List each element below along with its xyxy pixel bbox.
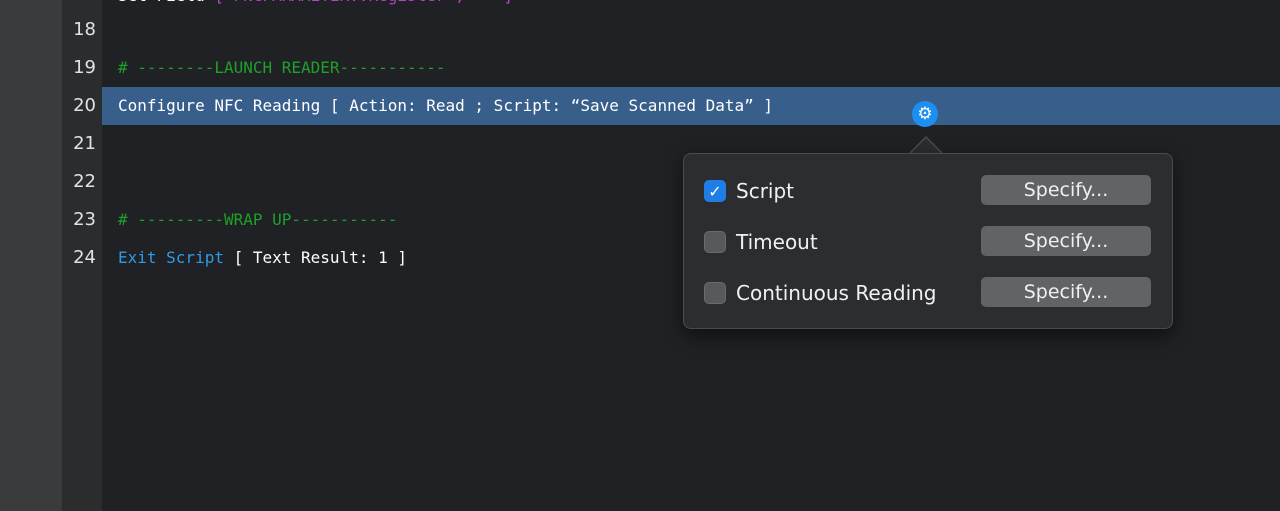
option-script[interactable]: ✓ Script (704, 176, 794, 206)
line-number: 23 (73, 209, 96, 230)
step-options-popover: ✓ Script Specify... Timeout Specify... C… (683, 153, 1173, 329)
line-number: 19 (73, 57, 96, 78)
specify-continuous-reading-button[interactable]: Specify... (981, 277, 1151, 307)
timeout-checkbox[interactable] (704, 231, 726, 253)
continuous-reading-option-label: Continuous Reading (736, 281, 937, 305)
clipped-script-step: Set Field [ FNCPARAMETER::Register ; "" … (118, 0, 513, 8)
script-step-text: # ---------WRAP UP----------- (118, 201, 397, 239)
script-line[interactable]: 18 (62, 11, 1280, 49)
code-token: # --------LAUNCH READER----------- (118, 58, 446, 77)
line-number: 21 (73, 133, 96, 154)
script-step-text: Configure NFC Reading [ Action: Read ; S… (118, 87, 773, 125)
specify-script-button[interactable]: Specify... (981, 175, 1151, 205)
code-token: [ Text Result: 1 ] (223, 248, 407, 267)
script-option-label: Script (736, 179, 795, 203)
continuous-reading-checkbox[interactable] (704, 282, 726, 304)
script-line[interactable]: 20 Configure NFC Reading [ Action: Read ;… (62, 87, 1280, 125)
script-step-text: Exit Script [ Text Result: 1 ] (118, 239, 407, 277)
code-token: Configure NFC Reading [ Action: Read ; S… (118, 96, 774, 115)
script-line[interactable]: 19 # --------LAUNCH READER----------- (62, 49, 1280, 87)
line-number: 20 (73, 95, 96, 116)
script-checkbox[interactable]: ✓ (704, 180, 726, 202)
gear-icon[interactable]: ⚙ (912, 101, 938, 127)
option-timeout[interactable]: Timeout (704, 227, 818, 257)
line-number: 18 (73, 19, 96, 40)
left-sidebar-strip (0, 0, 62, 511)
code-token: Exit Script (118, 248, 224, 267)
option-continuous-reading[interactable]: Continuous Reading (704, 278, 937, 308)
popover-arrow-inner (910, 138, 942, 154)
code-token: # ---------WRAP UP----------- (118, 210, 398, 229)
timeout-option-label: Timeout (736, 230, 818, 254)
line-number: 24 (73, 247, 96, 268)
line-number: 22 (73, 171, 96, 192)
script-step-text: # --------LAUNCH READER----------- (118, 49, 446, 87)
specify-timeout-button[interactable]: Specify... (981, 226, 1151, 256)
